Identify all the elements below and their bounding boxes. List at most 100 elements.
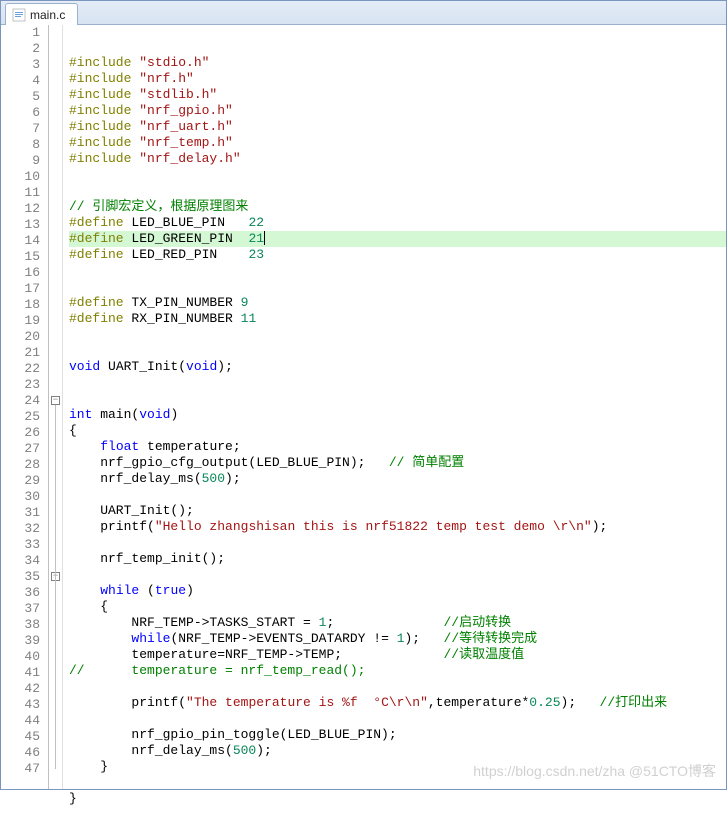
code-line[interactable]	[69, 487, 726, 503]
line-number: 36	[1, 585, 40, 601]
line-number: 10	[1, 169, 40, 185]
line-number: 18	[1, 297, 40, 313]
line-number: 28	[1, 457, 40, 473]
tab-main-c[interactable]: main.c	[5, 3, 78, 25]
code-line[interactable]: int main(void)	[69, 407, 726, 423]
line-number: 26	[1, 425, 40, 441]
code-line[interactable]	[69, 567, 726, 583]
line-number: 22	[1, 361, 40, 377]
code-line[interactable]	[69, 327, 726, 343]
line-number: 16	[1, 265, 40, 281]
line-number: 12	[1, 201, 40, 217]
code-line[interactable]	[69, 279, 726, 295]
line-number: 21	[1, 345, 40, 361]
line-number: 43	[1, 697, 40, 713]
line-number: 5	[1, 89, 40, 105]
code-line[interactable]: #include "nrf_delay.h"	[69, 151, 726, 167]
code-line[interactable]: #include "nrf.h"	[69, 71, 726, 87]
code-line[interactable]: nrf_delay_ms(500);	[69, 743, 726, 759]
code-line[interactable]: nrf_delay_ms(500);	[69, 471, 726, 487]
line-number: 32	[1, 521, 40, 537]
line-number: 3	[1, 57, 40, 73]
text-cursor	[264, 231, 265, 245]
line-number: 41	[1, 665, 40, 681]
code-line[interactable]: #define TX_PIN_NUMBER 9	[69, 295, 726, 311]
code-line[interactable]: }	[69, 759, 726, 775]
code-line[interactable]: void UART_Init(void);	[69, 359, 726, 375]
line-number: 6	[1, 105, 40, 121]
line-number: 47	[1, 761, 40, 777]
code-line[interactable]	[69, 263, 726, 279]
line-number: 42	[1, 681, 40, 697]
code-line[interactable]: #define LED_GREEN_PIN 21	[69, 231, 726, 247]
code-line[interactable]: #define RX_PIN_NUMBER 11	[69, 311, 726, 327]
code-line[interactable]: }	[69, 791, 726, 807]
line-number: 15	[1, 249, 40, 265]
fold-toggle-icon[interactable]: −	[51, 396, 60, 405]
code-line[interactable]: while (true)	[69, 583, 726, 599]
line-number: 1	[1, 25, 40, 41]
line-number: 34	[1, 553, 40, 569]
line-number: 31	[1, 505, 40, 521]
tab-bar: main.c	[1, 1, 726, 25]
code-line[interactable]: temperature=NRF_TEMP->TEMP; //读取温度值	[69, 647, 726, 663]
code-line[interactable]: // 引脚宏定义，根据原理图来	[69, 199, 726, 215]
line-number: 13	[1, 217, 40, 233]
code-line[interactable]: #include "stdio.h"	[69, 55, 726, 71]
code-line[interactable]: #include "nrf_uart.h"	[69, 119, 726, 135]
file-c-icon	[12, 8, 26, 22]
line-number: 33	[1, 537, 40, 553]
code-line[interactable]	[69, 167, 726, 183]
line-number: 19	[1, 313, 40, 329]
code-line[interactable]	[69, 375, 726, 391]
line-number: 40	[1, 649, 40, 665]
line-number: 39	[1, 633, 40, 649]
fold-guide-line	[55, 405, 56, 769]
line-number: 14	[1, 233, 40, 249]
line-number: 9	[1, 153, 40, 169]
code-line[interactable]: #include "nrf_gpio.h"	[69, 103, 726, 119]
code-line[interactable]: nrf_gpio_pin_toggle(LED_BLUE_PIN);	[69, 727, 726, 743]
code-line[interactable]: NRF_TEMP->TASKS_START = 1; //启动转换	[69, 615, 726, 631]
code-line[interactable]: #define LED_BLUE_PIN 22	[69, 215, 726, 231]
code-editor[interactable]: 1234567891011121314151617181920212223242…	[1, 25, 726, 789]
line-number: 24	[1, 393, 40, 409]
code-line[interactable]	[69, 535, 726, 551]
code-line[interactable]: #include "stdlib.h"	[69, 87, 726, 103]
line-number: 17	[1, 281, 40, 297]
tab-label: main.c	[30, 8, 65, 22]
code-line[interactable]: #define LED_RED_PIN 23	[69, 247, 726, 263]
code-line[interactable]: float temperature;	[69, 439, 726, 455]
code-line[interactable]	[69, 711, 726, 727]
code-line[interactable]	[69, 775, 726, 791]
code-line[interactable]: {	[69, 423, 726, 439]
line-number: 38	[1, 617, 40, 633]
line-number: 46	[1, 745, 40, 761]
code-line[interactable]: printf("Hello zhangshisan this is nrf518…	[69, 519, 726, 535]
line-number: 7	[1, 121, 40, 137]
fold-column[interactable]: −−	[49, 25, 63, 789]
line-number: 27	[1, 441, 40, 457]
line-number: 44	[1, 713, 40, 729]
line-number: 8	[1, 137, 40, 153]
code-line[interactable]	[69, 391, 726, 407]
code-line[interactable]: nrf_gpio_cfg_output(LED_BLUE_PIN); // 简单…	[69, 455, 726, 471]
line-number: 20	[1, 329, 40, 345]
line-number: 4	[1, 73, 40, 89]
code-line[interactable]	[69, 679, 726, 695]
line-number-gutter: 1234567891011121314151617181920212223242…	[1, 25, 49, 789]
code-line[interactable]	[69, 183, 726, 199]
code-line[interactable]: printf("The temperature is %f °C\r\n",te…	[69, 695, 726, 711]
code-line[interactable]: {	[69, 599, 726, 615]
code-area[interactable]: #include "stdio.h"#include "nrf.h"#inclu…	[63, 25, 726, 789]
code-line[interactable]: while(NRF_TEMP->EVENTS_DATARDY != 1); //…	[69, 631, 726, 647]
line-number: 30	[1, 489, 40, 505]
code-line[interactable]: #include "nrf_temp.h"	[69, 135, 726, 151]
code-line[interactable]: nrf_temp_init();	[69, 551, 726, 567]
line-number: 11	[1, 185, 40, 201]
line-number: 2	[1, 41, 40, 57]
code-line[interactable]: UART_Init();	[69, 503, 726, 519]
line-number: 23	[1, 377, 40, 393]
code-line[interactable]: // temperature = nrf_temp_read();	[69, 663, 726, 679]
code-line[interactable]	[69, 343, 726, 359]
